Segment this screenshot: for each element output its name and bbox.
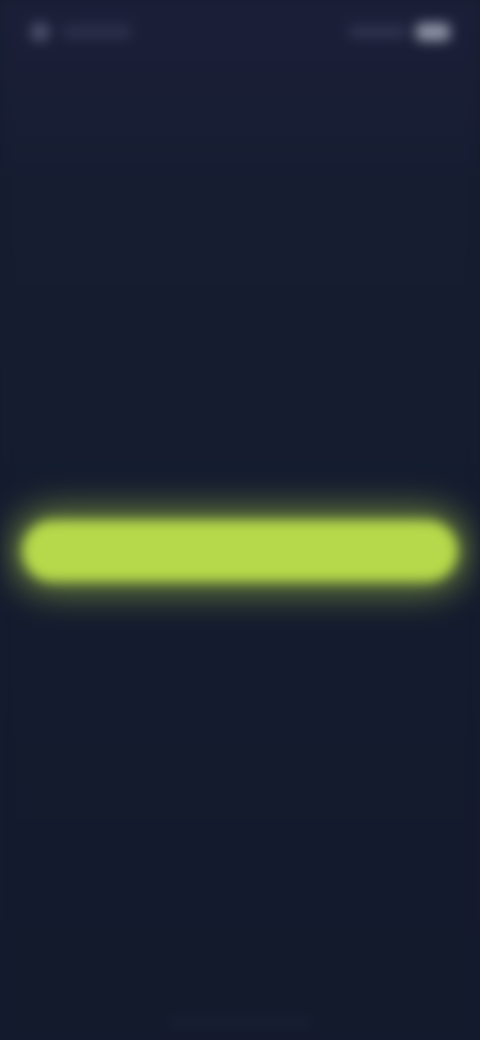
app-screen <box>0 0 480 1040</box>
home-indicator <box>170 1021 310 1026</box>
signal-icon <box>348 26 408 38</box>
status-bar <box>30 14 450 50</box>
battery-icon <box>416 23 450 41</box>
primary-cta-button[interactable] <box>22 520 458 582</box>
status-right <box>348 23 450 41</box>
status-pill <box>62 25 132 39</box>
notification-dot-icon <box>30 22 50 42</box>
status-left <box>30 22 132 42</box>
